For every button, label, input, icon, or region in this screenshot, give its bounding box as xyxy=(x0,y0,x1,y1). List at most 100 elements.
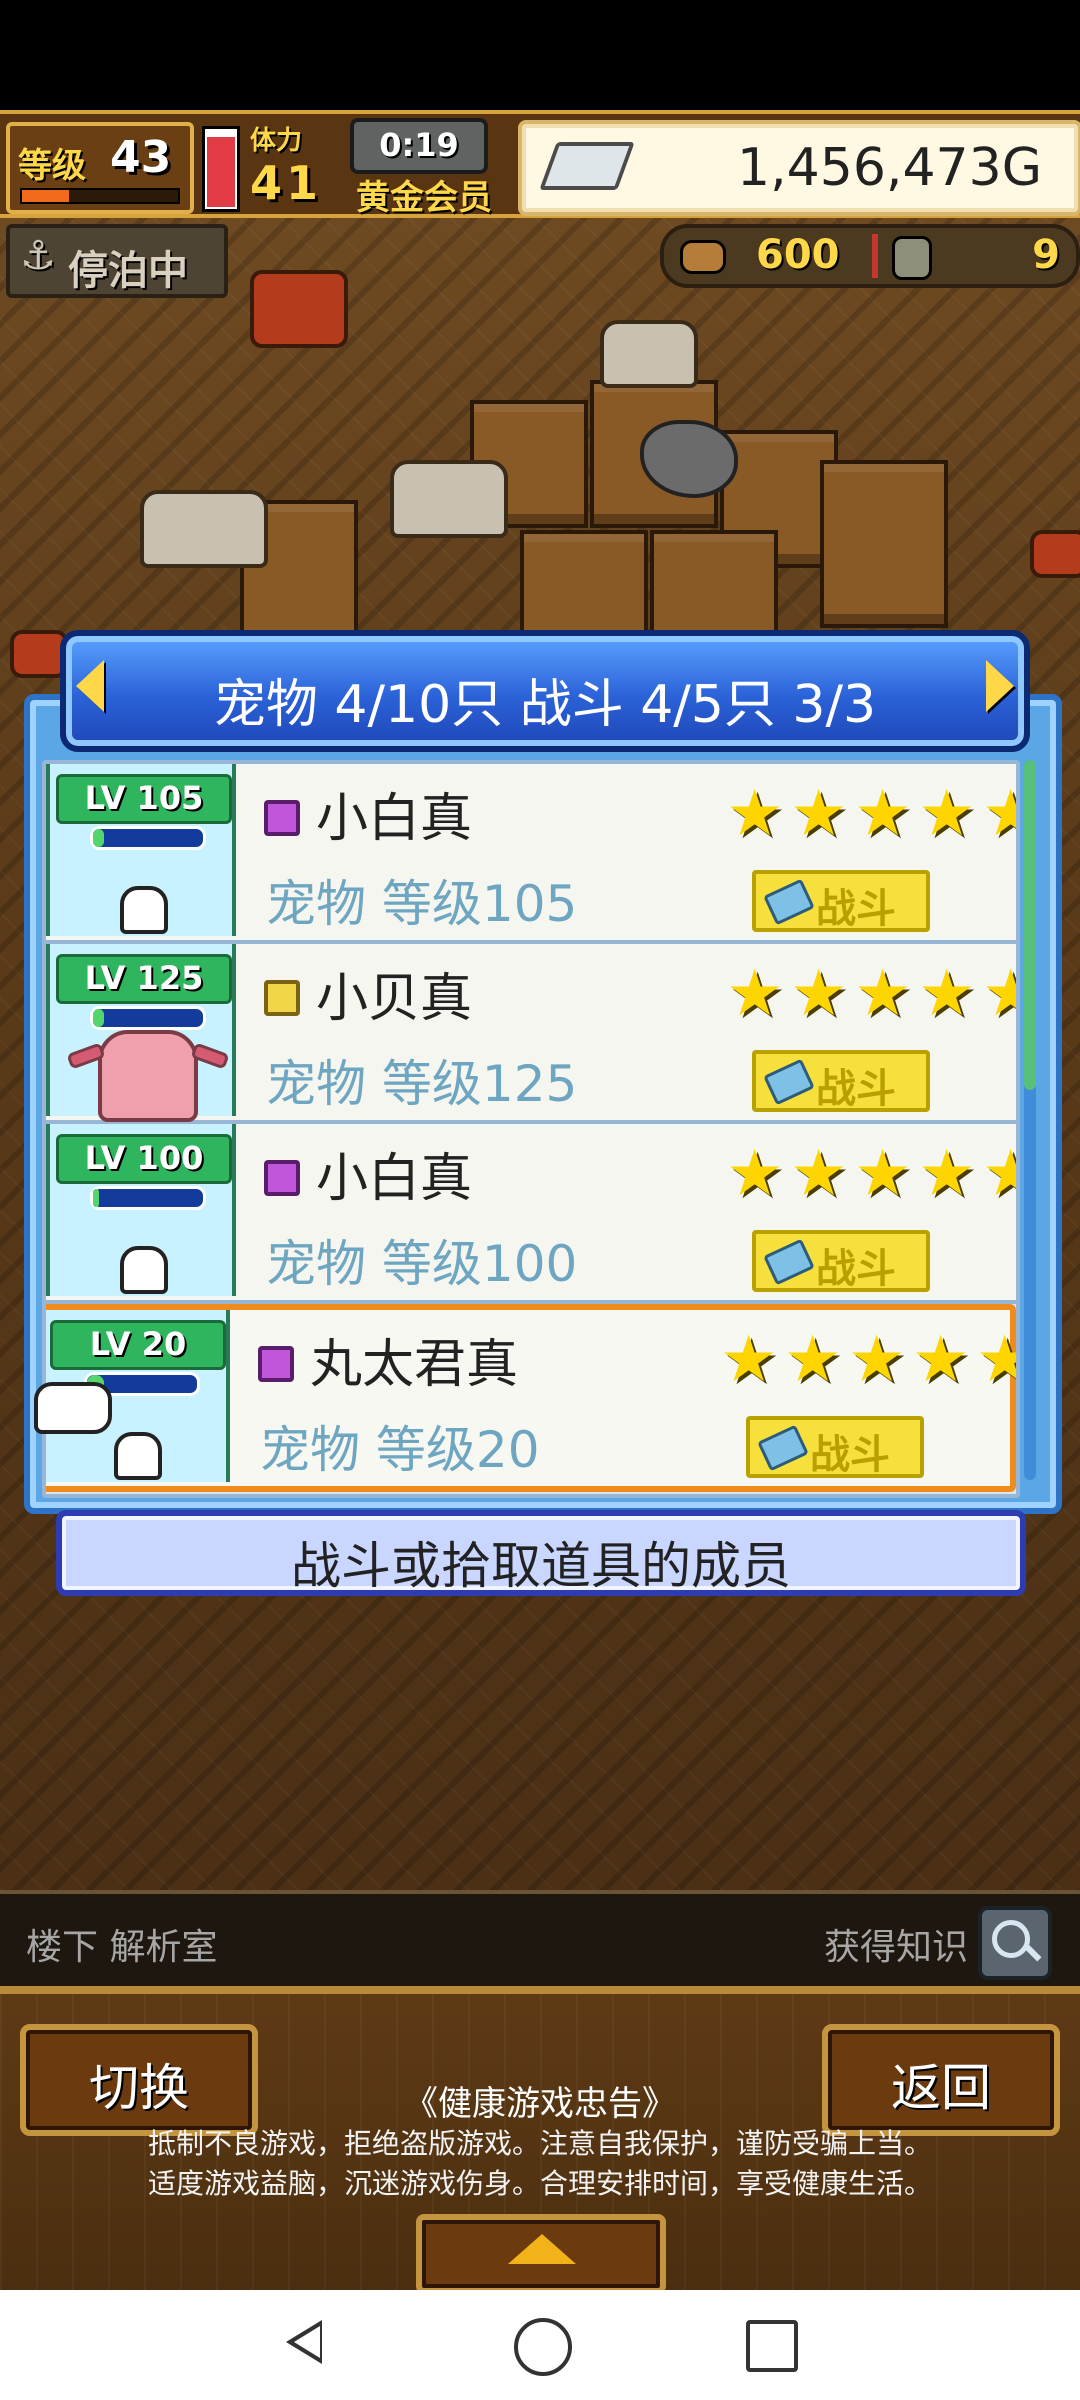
battle-toggle-button[interactable]: 战斗 xyxy=(752,870,930,932)
battle-label: 战斗 xyxy=(810,1432,890,1478)
stone-value: 9 xyxy=(1032,232,1060,278)
pet-name: 小贝真 xyxy=(316,969,473,1029)
health-advisory-line: 抵制不良游戏，拒绝盗版游戏。注意自我保护，谨防受骗上当。 xyxy=(147,2127,932,2160)
pet-list: LV 105 小白真 宠物 等级105 ★★★★★ 战斗 LV 125 小贝真 … xyxy=(42,760,1020,1498)
star-icon: ★ xyxy=(982,1142,1016,1206)
pet-name: 小白真 xyxy=(316,789,473,849)
battle-label: 战斗 xyxy=(816,1246,896,1292)
stamina-gauge-fill xyxy=(207,136,235,207)
star-icon: ★ xyxy=(976,1328,1016,1392)
star-icon: ★ xyxy=(918,957,976,1031)
pet-sprite xyxy=(120,886,168,934)
sword-icon xyxy=(757,1424,809,1472)
docked-status[interactable]: ⚓ 停泊中 xyxy=(6,224,228,298)
bottom-panel: 切换 返回 《健康游戏忠告》 抵制不良游戏，拒绝盗版游戏。注意自我保护，谨防受骗… xyxy=(0,1986,1080,2298)
gold-panel[interactable]: 1,456,473G xyxy=(518,120,1080,216)
pet-rating-stars: ★★★★★ xyxy=(720,1323,1016,1400)
battle-label: 战斗 xyxy=(816,886,896,932)
pet-level-badge: LV 125 xyxy=(56,954,232,1004)
system-navigation-bar xyxy=(0,2290,1080,2400)
chevron-up-icon xyxy=(508,2234,576,2264)
level-label: 等级 xyxy=(18,146,86,186)
pet-subtitle: 宠物 等级20 xyxy=(260,1421,540,1479)
pet-portrait: LV 125 xyxy=(46,944,236,1122)
pet-subtitle: 宠物 等级125 xyxy=(266,1055,578,1113)
pet-exp-bar xyxy=(90,1006,206,1030)
battle-toggle-button[interactable]: 战斗 xyxy=(746,1416,924,1478)
resource-bar: 600 9 xyxy=(660,224,1080,288)
timer-text: 0:19 xyxy=(379,126,459,164)
sack xyxy=(390,460,508,538)
level-panel: 等级 43 xyxy=(6,122,194,214)
pet-row[interactable]: LV 125 小贝真 宠物 等级125 ★★★★★ 战斗 xyxy=(46,944,1016,1124)
star-icon: ★ xyxy=(854,1137,912,1211)
magnifier-icon[interactable] xyxy=(978,1906,1052,1980)
food-icon xyxy=(680,240,726,274)
sword-icon xyxy=(763,1238,815,1286)
pet-level-badge: LV 105 xyxy=(56,774,232,824)
health-advisory-line: 适度游戏益脑，沉迷游戏伤身。合理安排时间，享受健康生活。 xyxy=(147,2167,932,2200)
star-icon: ★ xyxy=(790,957,848,1031)
sword-icon xyxy=(763,1058,815,1106)
pet-sprite xyxy=(98,1030,198,1122)
star-icon: ★ xyxy=(790,1137,848,1211)
stamina-value: 41 xyxy=(250,156,323,210)
pet-list-scroll-thumb[interactable] xyxy=(1024,760,1036,1090)
pet-row[interactable]: LV 105 小白真 宠物 等级105 ★★★★★ 战斗 xyxy=(46,764,1016,944)
star-icon: ★ xyxy=(854,957,912,1031)
pet-rating-stars: ★★★★★ xyxy=(726,777,1016,854)
pet-info-text: 战斗或拾取道具的成员 xyxy=(291,1537,791,1595)
pet-exp-bar-fill xyxy=(93,1009,104,1027)
nav-back-button[interactable] xyxy=(286,2320,322,2364)
exp-bar xyxy=(20,188,180,204)
expand-menu-button[interactable] xyxy=(416,2214,666,2294)
pet-portrait: LV 100 xyxy=(46,1124,236,1296)
pet-level-badge: LV 100 xyxy=(56,1134,232,1184)
barrel xyxy=(1030,530,1080,578)
exp-bar-fill xyxy=(22,190,69,202)
top-hud: 等级 43 体力 41 0:19 黄金会员 1,456,473G xyxy=(0,110,1080,218)
star-icon: ★ xyxy=(726,1137,784,1211)
star-icon: ★ xyxy=(726,777,784,851)
star-icon: ★ xyxy=(854,777,912,851)
location-status-strip: 楼下 解析室 获得知识 xyxy=(0,1890,1080,1990)
battle-toggle-button[interactable]: 战斗 xyxy=(752,1050,930,1112)
sword-icon xyxy=(763,878,815,926)
pet-row-selected[interactable]: LV 20 丸太君真 宠物 等级20 ★★★★★ 战斗 xyxy=(46,1304,1016,1492)
pet-list-scrollbar[interactable] xyxy=(1024,760,1036,1480)
pet-name: 小白真 xyxy=(316,1149,473,1209)
pet-subtitle: 宠物 等级105 xyxy=(266,875,578,933)
pet-level-text: LV 125 xyxy=(84,959,204,997)
battle-toggle-button[interactable]: 战斗 xyxy=(752,1230,930,1292)
nav-home-button[interactable] xyxy=(514,2318,572,2376)
resource-divider xyxy=(872,234,878,278)
nav-recents-button[interactable] xyxy=(746,2320,798,2372)
gold-gem-icon xyxy=(264,980,300,1016)
hand-pointer-icon xyxy=(34,1382,112,1434)
star-icon: ★ xyxy=(918,1137,976,1211)
battle-label: 战斗 xyxy=(816,1066,896,1112)
food-value: 600 xyxy=(756,232,840,278)
anchor-icon: ⚓ xyxy=(20,233,56,279)
stamina-label: 体力 xyxy=(250,126,303,156)
star-icon: ★ xyxy=(982,782,1016,846)
pet-row[interactable]: LV 100 小白真 宠物 等级100 ★★★★★ 战斗 xyxy=(46,1124,1016,1304)
stamina-gauge xyxy=(202,126,240,212)
knowledge-label: 获得知识 xyxy=(823,1927,968,1968)
pet-dialog-title: 宠物 4/10只 战斗 4/5只 3/3 xyxy=(213,675,877,735)
star-icon: ★ xyxy=(912,1323,970,1397)
purple-gem-icon xyxy=(258,1346,294,1382)
pet-name: 丸太君真 xyxy=(310,1335,519,1395)
pet-exp-bar xyxy=(90,826,206,850)
pet-exp-bar xyxy=(90,1186,206,1210)
pet-rating-stars: ★★★★★ xyxy=(726,1137,1016,1214)
next-page-button[interactable] xyxy=(986,660,1014,712)
level-value: 43 xyxy=(110,132,172,183)
sack xyxy=(600,320,698,388)
pet-sprite xyxy=(120,1246,168,1294)
location-label: 楼下 解析室 xyxy=(26,1927,218,1968)
pet-portrait: LV 105 xyxy=(46,764,236,936)
gold-value: 1,456,473G xyxy=(737,138,1042,198)
treasure-chest xyxy=(820,460,948,628)
gold-member-label[interactable]: 黄金会员 xyxy=(356,170,492,219)
